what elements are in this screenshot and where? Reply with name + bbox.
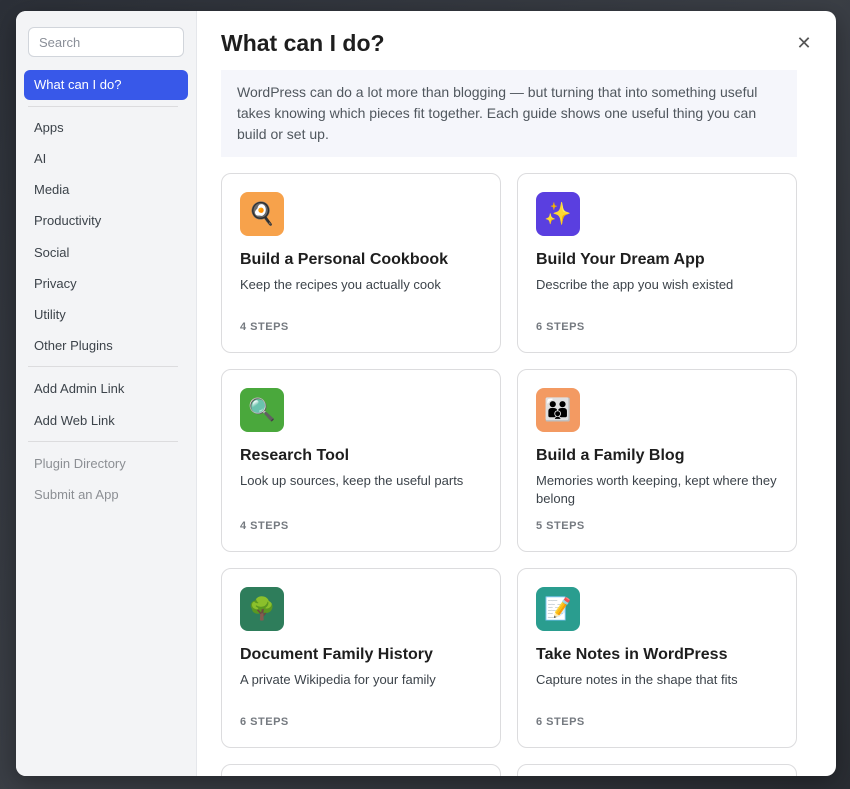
sidebar-item-what-can-i-do[interactable]: What can I do? [24, 70, 188, 100]
guide-title: Build a Personal Cookbook [240, 251, 449, 268]
guide-description: Memories worth keeping, kept where they … [536, 473, 777, 506]
guide-card[interactable]: 📝 Take Notes in WordPress Capture notes in… [517, 568, 797, 748]
sidebar: What can I do? Apps AI Media Productivit… [16, 11, 197, 776]
guide-title: Research Tool [240, 447, 350, 464]
guide-title: Build Your Dream App [536, 251, 705, 268]
family-icon: 👪 [536, 388, 580, 432]
sidebar-item-add-web-link[interactable]: Add Web Link [34, 412, 115, 430]
guide-steps-count: 4 STEPS [240, 520, 289, 532]
guide-steps-count: 6 STEPS [240, 716, 289, 728]
guide-title: Take Notes in WordPress [536, 646, 728, 663]
sidebar-item-productivity[interactable]: Productivity [34, 212, 101, 230]
search-input[interactable] [28, 27, 184, 57]
guide-card[interactable] [221, 764, 501, 776]
sidebar-divider [28, 441, 178, 442]
guide-card[interactable] [517, 764, 797, 776]
intro-text: WordPress can do a lot more than bloggin… [221, 70, 797, 157]
guide-title: Document Family History [240, 646, 433, 663]
guide-steps-count: 6 STEPS [536, 716, 585, 728]
sidebar-item-apps[interactable]: Apps [34, 119, 64, 137]
sidebar-item-add-admin-link[interactable]: Add Admin Link [34, 380, 124, 398]
sparkles-icon: ✨ [536, 192, 580, 236]
sidebar-item-ai[interactable]: AI [34, 150, 46, 168]
sidebar-item-other-plugins[interactable]: Other Plugins [34, 337, 113, 355]
cookbook-icon: 🍳 [240, 192, 284, 236]
guide-card[interactable]: 🔍 Research Tool Look up sources, keep the … [221, 369, 501, 552]
guide-card[interactable]: ✨ Build Your Dream App Describe the app yo… [517, 173, 797, 353]
guide-steps-count: 6 STEPS [536, 321, 585, 333]
modal-dialog: What can I do? Apps AI Media Productivit… [16, 11, 836, 776]
guide-card[interactable]: 🌳 Document Family History A private Wikipe… [221, 568, 501, 748]
guide-steps-count: 4 STEPS [240, 321, 289, 333]
guide-description: A private Wikipedia for your family [240, 672, 436, 687]
guide-description: Describe the app you wish existed [536, 277, 734, 292]
main-content: What can I do? ✕ WordPress can do a lot … [198, 11, 836, 776]
page-title: What can I do? [221, 30, 385, 56]
tree-icon: 🌳 [240, 587, 284, 631]
sidebar-item-submit-an-app[interactable]: Submit an App [34, 486, 119, 504]
sidebar-item-media[interactable]: Media [34, 181, 69, 199]
sidebar-item-plugin-directory[interactable]: Plugin Directory [34, 455, 126, 473]
sidebar-divider [28, 106, 178, 107]
guide-description: Capture notes in the shape that fits [536, 672, 738, 687]
guide-card[interactable]: 🍳 Build a Personal Cookbook Keep the recip… [221, 173, 501, 353]
sidebar-item-privacy[interactable]: Privacy [34, 275, 77, 293]
guide-steps-count: 5 STEPS [536, 520, 585, 532]
guide-description: Keep the recipes you actually cook [240, 277, 441, 292]
magnifier-icon: 🔍 [240, 388, 284, 432]
guide-description: Look up sources, keep the useful parts [240, 473, 464, 488]
notepad-icon: 📝 [536, 587, 580, 631]
guide-title: Build a Family Blog [536, 447, 685, 464]
sidebar-item-utility[interactable]: Utility [34, 306, 66, 324]
sidebar-item-social[interactable]: Social [34, 244, 69, 262]
close-icon[interactable]: ✕ [794, 33, 814, 53]
sidebar-divider [28, 366, 178, 367]
guide-card[interactable]: 👪 Build a Family Blog Memories worth keepi… [517, 369, 797, 552]
